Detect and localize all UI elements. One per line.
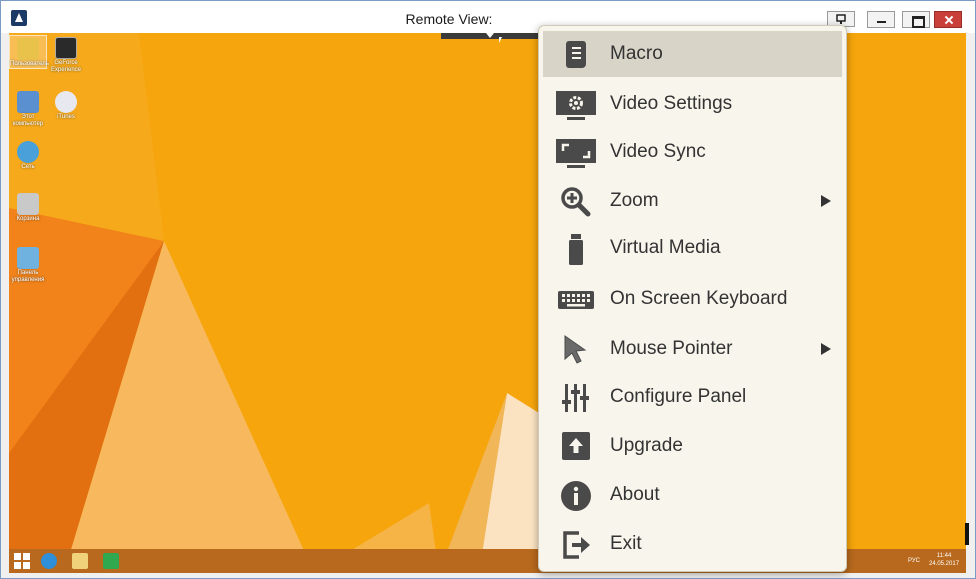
menu-item-configure-panel[interactable]: Configure Panel bbox=[543, 374, 842, 420]
submenu-arrow-icon bbox=[821, 343, 831, 355]
scroll-marker bbox=[965, 523, 969, 545]
user-folder-icon bbox=[17, 38, 39, 60]
remote-view-menu: Macro Video Settings Video Sync Zoom Vir… bbox=[538, 25, 847, 572]
desktop-icon-network[interactable]: Сеть bbox=[9, 139, 47, 171]
menu-item-zoom[interactable]: Zoom bbox=[543, 178, 842, 224]
submenu-arrow-icon bbox=[821, 195, 831, 207]
menu-item-about[interactable]: About bbox=[543, 472, 842, 518]
geforce-icon bbox=[55, 37, 77, 59]
tray-time: 11:44 bbox=[936, 553, 952, 559]
menu-item-virtual-media[interactable]: Virtual Media bbox=[543, 225, 842, 271]
store-icon[interactable] bbox=[103, 553, 119, 569]
menu-item-video-settings[interactable]: Video Settings bbox=[543, 81, 842, 127]
info-icon bbox=[561, 481, 591, 511]
desktop-icon-geforce[interactable]: GeForce Experience bbox=[47, 35, 85, 74]
toolbar-handle-arrow-icon bbox=[486, 33, 494, 38]
keyboard-icon bbox=[558, 291, 594, 309]
start-icon[interactable] bbox=[14, 553, 30, 569]
desktop-icon-computer[interactable]: Этот компьютер bbox=[9, 89, 47, 128]
menu-item-on-screen-keyboard[interactable]: On Screen Keyboard bbox=[543, 276, 842, 322]
usb-drive-icon bbox=[569, 234, 583, 265]
menu-item-upgrade[interactable]: Upgrade bbox=[543, 423, 842, 469]
minimize-button[interactable] bbox=[867, 11, 895, 28]
itunes-icon bbox=[55, 91, 77, 113]
control-panel-icon bbox=[17, 247, 39, 269]
internet-explorer-icon[interactable] bbox=[41, 553, 57, 569]
video-sync-icon bbox=[556, 139, 596, 168]
zoom-icon bbox=[561, 187, 591, 217]
upgrade-icon bbox=[562, 432, 590, 460]
mouse-pointer-icon bbox=[564, 335, 587, 364]
restore-button[interactable] bbox=[902, 11, 930, 28]
macro-icon bbox=[566, 41, 586, 68]
exit-icon bbox=[563, 531, 590, 559]
desktop-icon-control-panel[interactable]: Панель управления bbox=[9, 245, 47, 284]
menu-item-video-sync[interactable]: Video Sync bbox=[543, 129, 842, 175]
tray-clock[interactable]: 11:44 24.05.2017 bbox=[929, 552, 959, 568]
close-button[interactable] bbox=[934, 11, 962, 28]
computer-icon bbox=[17, 91, 39, 113]
desktop-icon-recycle-bin[interactable]: Корзина bbox=[9, 191, 47, 223]
menu-item-exit[interactable]: Exit bbox=[543, 521, 842, 567]
tray-date: 24.05.2017 bbox=[929, 561, 960, 567]
network-icon bbox=[17, 141, 39, 163]
desktop-icon-itunes[interactable]: iTunes bbox=[47, 89, 85, 121]
desktop-icon-user[interactable]: Пользователь bbox=[9, 35, 49, 69]
tray-language[interactable]: РУС bbox=[908, 557, 920, 565]
menu-item-mouse-pointer[interactable]: Mouse Pointer bbox=[543, 326, 842, 372]
menu-item-macro[interactable]: Macro bbox=[543, 31, 842, 77]
recycle-bin-icon bbox=[17, 193, 39, 215]
remote-cursor-icon bbox=[499, 37, 502, 43]
file-explorer-icon[interactable] bbox=[72, 553, 88, 569]
remote-view-window: Remote View: Пользователь GeForce Experi… bbox=[0, 0, 976, 579]
pin-icon bbox=[836, 14, 846, 24]
sliders-icon bbox=[562, 384, 589, 412]
video-settings-icon bbox=[556, 91, 596, 120]
